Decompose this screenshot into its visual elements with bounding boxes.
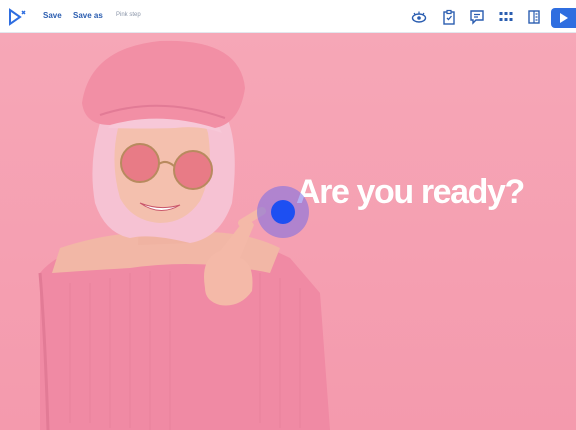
app-logo-icon[interactable] — [8, 8, 28, 26]
play-icon — [560, 13, 568, 23]
top-toolbar: Save Save as Pink step — [0, 0, 576, 33]
comment-icon[interactable] — [469, 9, 485, 25]
save-button[interactable]: Save — [43, 11, 62, 20]
panel-icon[interactable] — [526, 9, 542, 25]
step-title[interactable]: Pink step — [116, 12, 141, 18]
clipboard-icon[interactable] — [441, 9, 457, 25]
preview-eye-icon[interactable] — [411, 9, 427, 25]
grid-icon[interactable] — [498, 9, 514, 25]
play-button[interactable] — [551, 8, 576, 28]
slide-canvas[interactable]: Are you ready? — [0, 33, 576, 430]
save-as-button[interactable]: Save as — [73, 11, 103, 20]
hotspot-dot[interactable] — [271, 200, 295, 224]
headline-text[interactable]: Are you ready? — [296, 173, 525, 212]
